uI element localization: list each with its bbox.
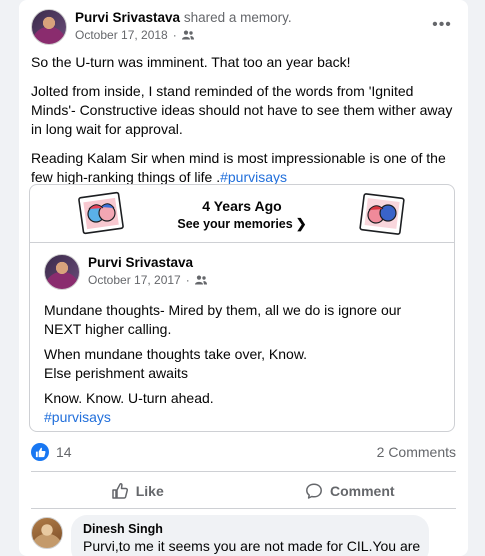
divider [31,508,456,509]
memory-line: When mundane thoughts take over, Know. [44,346,308,362]
like-button[interactable]: Like [31,474,244,508]
memory-author-name[interactable]: Purvi Srivastava [88,255,193,270]
author-avatar[interactable] [31,9,67,45]
memory-hashtag[interactable]: #purvisays [44,409,111,425]
friends-audience-icon[interactable] [194,275,207,285]
comments-count[interactable]: 2 Comments [377,444,456,460]
memory-paragraph: When mundane thoughts take over, Know. El… [44,345,440,382]
meta-separator: · [172,28,177,42]
memory-post-body: Mundane thoughts- Mired by them, all we … [44,301,440,431]
post-header: Purvi Srivastava shared a memory. Octobe… [31,9,456,45]
comment-bubble: Dinesh Singh Purvi,to me it seems you ar… [71,515,429,556]
comment-label: Comment [329,483,395,499]
post-date[interactable]: October 17, 2018 [75,28,168,42]
memory-paragraph: Mundane thoughts- Mired by them, all we … [44,302,402,337]
post-card: Purvi Srivastava shared a memory. Octobe… [19,0,468,556]
memory-line: Else perishment awaits [44,364,188,381]
comment-bubble-icon [306,483,322,499]
memory-line: Know. Know. U-turn ahead. [44,390,214,406]
friends-audience-icon[interactable] [181,30,194,40]
post-body: So the U-turn was imminent. That too an … [31,53,456,197]
memory-card: 4 Years Ago See your memories ❯ Purvi Sri… [29,184,455,432]
comment-text: Purvi,to me it seems you are not made fo… [83,538,421,554]
couple-illustration-icon [359,193,405,235]
post-hashtag[interactable]: #purvisays [220,169,287,185]
more-options-icon[interactable]: ••• [430,13,454,37]
author-name[interactable]: Purvi Srivastava [75,10,180,25]
divider [31,471,456,472]
chevron-right-icon: ❯ [295,216,307,231]
memory-meta: October 17, 2017 · [88,273,207,287]
memory-post-header: Purvi Srivastava October 17, 2017 · [44,254,344,290]
post-paragraph: Jolted from inside, I stand reminded of … [31,83,453,137]
memory-title-line: Purvi Srivastava [88,255,193,270]
comment-item: Dinesh Singh Purvi,to me it seems you ar… [31,515,456,556]
post-meta: October 17, 2018 · [75,28,194,42]
post-paragraph: So the U-turn was imminent. That too an … [31,54,351,70]
like-label: Like [135,483,164,499]
commenter-avatar[interactable] [31,517,63,549]
memory-banner[interactable]: 4 Years Ago See your memories ❯ [30,185,454,243]
reaction-count[interactable]: 14 [56,444,72,460]
reactions-bar: 14 2 Comments [31,442,456,462]
post-actions: Like Comment [31,474,456,508]
memory-post-date[interactable]: October 17, 2017 [88,273,181,287]
memory-author-avatar[interactable] [44,254,80,290]
thumbs-up-outline-icon [111,483,128,499]
post-paragraph: Reading Kalam Sir when mind is most impr… [31,149,456,187]
post-title-line: Purvi Srivastava shared a memory. [75,10,292,25]
thumbs-up-icon [35,447,45,457]
comment-button[interactable]: Comment [244,474,457,508]
meta-separator: · [185,273,190,287]
memory-paragraph: Know. Know. U-turn ahead. #purvisays [44,389,440,426]
see-memories-label: See your memories [177,217,293,231]
commenter-name[interactable]: Dinesh Singh [83,522,417,536]
like-reaction-icon[interactable] [31,443,49,461]
shared-memory-text: shared a memory. [180,10,292,25]
